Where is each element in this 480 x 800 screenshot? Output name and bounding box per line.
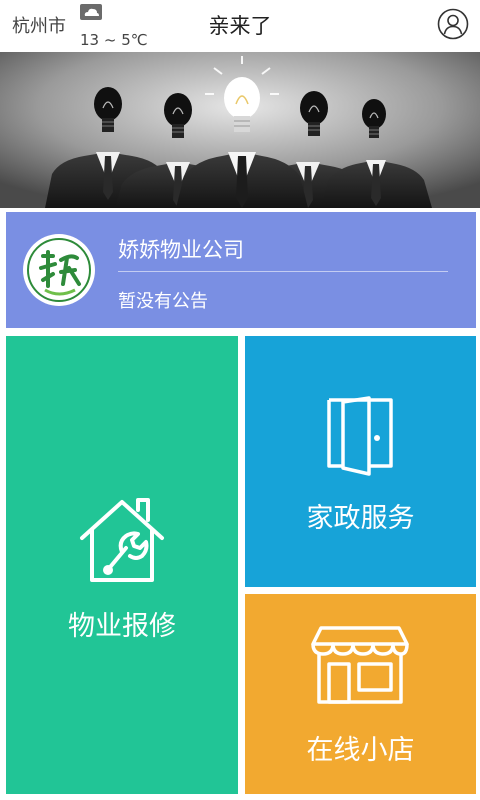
housekeeping-service-tile[interactable]: 家政服务 <box>245 336 476 587</box>
page-title: 亲来了 <box>208 14 272 38</box>
company-name: 娇娇物业公司 <box>118 238 244 262</box>
divider <box>118 271 448 272</box>
user-icon[interactable] <box>437 8 469 40</box>
property-repair-label: 物业报修 <box>68 611 176 642</box>
company-logo <box>23 234 95 306</box>
housekeeping-service-label: 家政服务 <box>306 503 415 534</box>
announcement-text: 暂没有公告 <box>118 291 208 312</box>
online-shop-label: 在线小店 <box>306 735 415 766</box>
online-shop-tile[interactable]: 在线小店 <box>245 594 476 794</box>
company-card[interactable]: 娇娇物业公司 暂没有公告 <box>6 212 476 328</box>
banner-image[interactable] <box>0 52 480 208</box>
door-icon <box>327 396 393 476</box>
top-bar: 杭州市 13 ~ 5℃ 亲来了 <box>0 0 480 52</box>
store-icon <box>311 626 409 704</box>
property-repair-tile[interactable]: 物业报修 <box>6 336 238 794</box>
house-wrench-icon <box>80 498 164 582</box>
